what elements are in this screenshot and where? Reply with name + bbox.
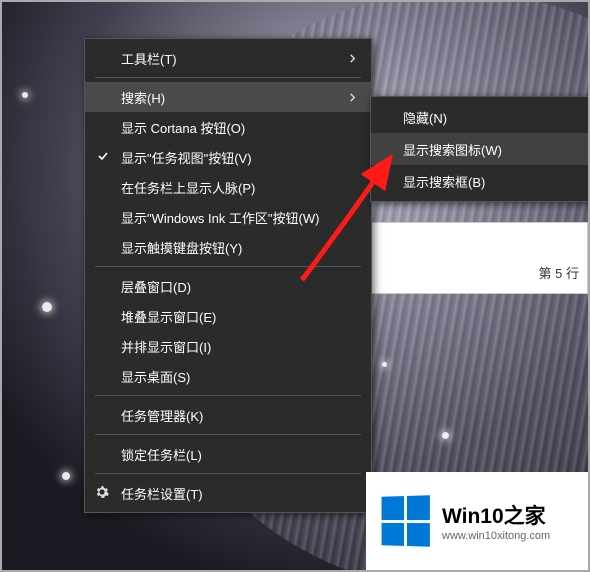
menu-item-label: 在任务栏上显示人脉(P) <box>121 178 255 197</box>
submenu-item-label: 显示搜索图标(W) <box>403 140 502 159</box>
brand-url: www.win10xitong.com <box>442 530 550 542</box>
menu-item[interactable]: 任务栏设置(T) <box>85 478 371 508</box>
row-indicator: 第 5 行 <box>539 263 579 282</box>
submenu-item[interactable]: 显示搜索图标(W) <box>371 133 590 165</box>
menu-item[interactable]: 并排显示窗口(I) <box>85 331 371 361</box>
menu-item-label: 锁定任务栏(L) <box>121 445 202 464</box>
menu-separator <box>95 434 361 435</box>
menu-item-label: 显示"任务视图"按钮(V) <box>121 148 252 167</box>
watermark-card: Win10之家 www.win10xitong.com <box>366 472 588 570</box>
menu-item[interactable]: 搜索(H) <box>85 82 371 112</box>
menu-item[interactable]: 在任务栏上显示人脉(P) <box>85 172 371 202</box>
chevron-right-icon <box>348 90 357 105</box>
submenu-item[interactable]: 隐藏(N) <box>371 101 590 133</box>
brand-title: Win10之家 <box>442 500 550 530</box>
watermark-text: Win10之家 www.win10xitong.com <box>442 500 550 542</box>
menu-item[interactable]: 锁定任务栏(L) <box>85 439 371 469</box>
menu-item[interactable]: 显示"Windows Ink 工作区"按钮(W) <box>85 202 371 232</box>
menu-item-label: 并排显示窗口(I) <box>121 337 211 356</box>
windows-logo-icon <box>382 495 430 547</box>
taskbar-context-menu: 工具栏(T) 搜索(H) 显示 Cortana 按钮(O) 显示"任务视图"按钮(V)… <box>84 38 372 513</box>
menu-item-label: 搜索(H) <box>121 88 165 107</box>
menu-item[interactable]: 显示桌面(S) <box>85 361 371 391</box>
chevron-right-icon <box>348 51 357 66</box>
screenshot-viewport: 第 5 行 工具栏(T) 搜索(H) 显示 Cortana 按钮(O) 显示"任务视图… <box>0 0 590 572</box>
menu-separator <box>95 395 361 396</box>
menu-separator <box>95 77 361 78</box>
menu-item[interactable]: 任务管理器(K) <box>85 400 371 430</box>
menu-item[interactable]: 层叠窗口(D) <box>85 271 371 301</box>
check-icon <box>97 150 109 165</box>
menu-separator <box>95 266 361 267</box>
menu-item-label: 工具栏(T) <box>121 49 177 68</box>
menu-item[interactable]: 显示"任务视图"按钮(V) <box>85 142 371 172</box>
menu-item-label: 层叠窗口(D) <box>121 277 191 296</box>
menu-item-label: 显示桌面(S) <box>121 367 190 386</box>
search-submenu: 隐藏(N) 显示搜索图标(W) 显示搜索框(B) <box>370 96 590 202</box>
menu-item[interactable]: 显示 Cortana 按钮(O) <box>85 112 371 142</box>
editor-panel: 第 5 行 <box>370 222 588 294</box>
menu-item-label: 显示 Cortana 按钮(O) <box>121 118 245 137</box>
menu-item-label: 任务栏设置(T) <box>121 484 203 503</box>
submenu-item[interactable]: 显示搜索框(B) <box>371 165 590 197</box>
submenu-item-label: 显示搜索框(B) <box>403 172 485 191</box>
menu-separator <box>95 473 361 474</box>
menu-item[interactable]: 堆叠显示窗口(E) <box>85 301 371 331</box>
submenu-item-label: 隐藏(N) <box>403 108 447 127</box>
menu-item-label: 堆叠显示窗口(E) <box>121 307 216 326</box>
menu-item[interactable]: 工具栏(T) <box>85 43 371 73</box>
menu-item-label: 显示"Windows Ink 工作区"按钮(W) <box>121 208 319 227</box>
menu-item-label: 显示触摸键盘按钮(Y) <box>121 238 242 257</box>
menu-item[interactable]: 显示触摸键盘按钮(Y) <box>85 232 371 262</box>
menu-item-label: 任务管理器(K) <box>121 406 203 425</box>
gear-icon <box>95 485 109 502</box>
